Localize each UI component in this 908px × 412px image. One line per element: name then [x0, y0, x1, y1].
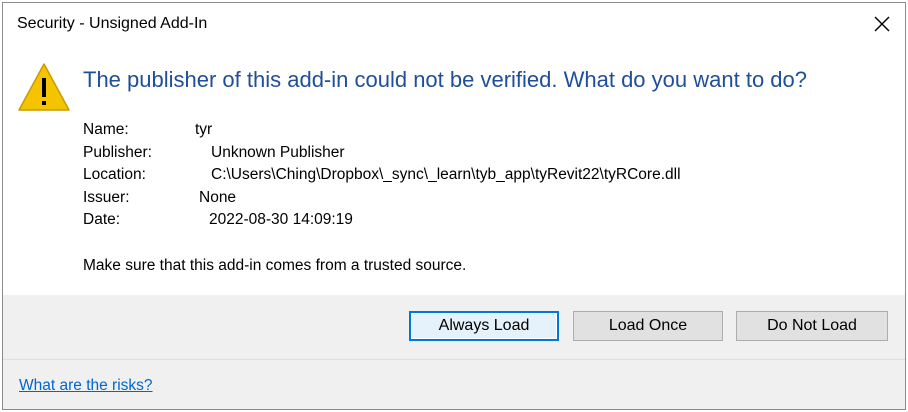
detail-row-publisher: Publisher: Unknown Publisher	[83, 142, 681, 165]
add-in-details: Name: tyr Publisher: Unknown Publisher L…	[83, 119, 681, 232]
security-dialog: Security - Unsigned Add-In The publisher…	[2, 2, 906, 410]
title-bar: Security - Unsigned Add-In	[3, 3, 905, 47]
issuer-label: Issuer:	[83, 188, 130, 206]
detail-row-issuer: Issuer: None	[83, 187, 681, 210]
warning-triangle-icon	[18, 63, 70, 111]
load-once-button[interactable]: Load Once	[573, 311, 723, 341]
date-label: Date:	[83, 211, 121, 228]
detail-row-location: Location: C:\Users\Ching\Dropbox\_sync\_…	[83, 164, 681, 187]
date-value: 2022-08-30 14:09:19	[209, 211, 353, 228]
always-load-button[interactable]: Always Load	[409, 311, 559, 341]
do-not-load-button[interactable]: Do Not Load	[736, 311, 888, 341]
detail-row-name: Name: tyr	[83, 119, 681, 142]
publisher-label: Publisher:	[83, 143, 152, 161]
trust-message: Make sure that this add-in comes from a …	[83, 257, 467, 274]
close-icon	[874, 16, 890, 32]
location-label: Location:	[83, 166, 146, 183]
name-label: Name:	[83, 121, 129, 138]
detail-row-date: Date: 2022-08-30 14:09:19	[83, 209, 681, 232]
risks-link[interactable]: What are the risks?	[19, 377, 153, 395]
publisher-value: Unknown Publisher	[211, 143, 345, 161]
button-area: Always Load Load Once Do Not Load What a…	[3, 295, 905, 409]
issuer-value: None	[199, 188, 237, 206]
name-value: tyr	[195, 121, 213, 138]
main-instruction: The publisher of this add-in could not b…	[83, 67, 807, 92]
footer-divider	[3, 359, 905, 360]
close-button[interactable]	[867, 9, 897, 39]
window-title: Security - Unsigned Add-In	[17, 15, 208, 32]
location-value: C:\Users\Ching\Dropbox\_sync\_learn\tyb_…	[211, 166, 681, 183]
